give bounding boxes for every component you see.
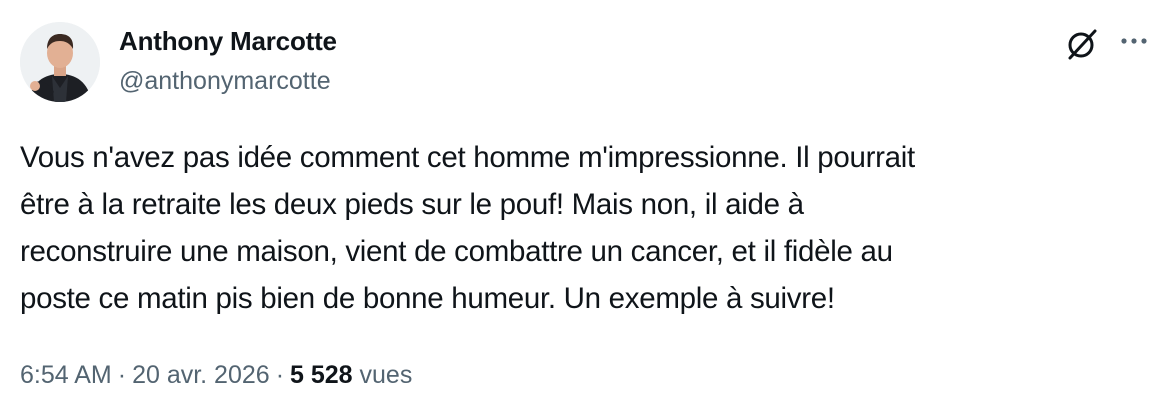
author-handle[interactable]: @anthonymarcotte	[119, 67, 331, 96]
tweet-time[interactable]: 6:54 AM	[20, 361, 112, 389]
tweet-text-line: reconstruire une maison, vient de combat…	[20, 235, 893, 268]
avatar[interactable]	[20, 22, 100, 102]
views-label: vues	[359, 361, 413, 389]
tweet-text-line: Vous n'avez pas idée comment cet homme m…	[20, 141, 915, 174]
tweet-text-line: poste ce matin pis bien de bonne humeur.…	[20, 282, 835, 315]
tweet-meta: 6:54 AM · 20 avr. 2026 · 5 528 vues	[20, 361, 412, 390]
meta-separator: ·	[117, 361, 127, 389]
tweet-text-line: être à la retraite les deux pieds sur le…	[20, 188, 804, 221]
avatar-photo	[20, 22, 100, 102]
author-display-name[interactable]: Anthony Marcotte	[119, 26, 337, 57]
meta-separator: ·	[275, 361, 285, 389]
grok-icon[interactable]	[1060, 22, 1104, 66]
tweet-date[interactable]: 20 avr. 2026	[132, 361, 270, 389]
tweet-card: Anthony Marcotte @anthonymarcotte Vous n…	[0, 0, 1174, 412]
views-count[interactable]: 5 528	[290, 361, 353, 389]
more-icon[interactable]	[1112, 22, 1156, 66]
tweet-text: Vous n'avez pas idée comment cet homme m…	[20, 134, 1140, 322]
